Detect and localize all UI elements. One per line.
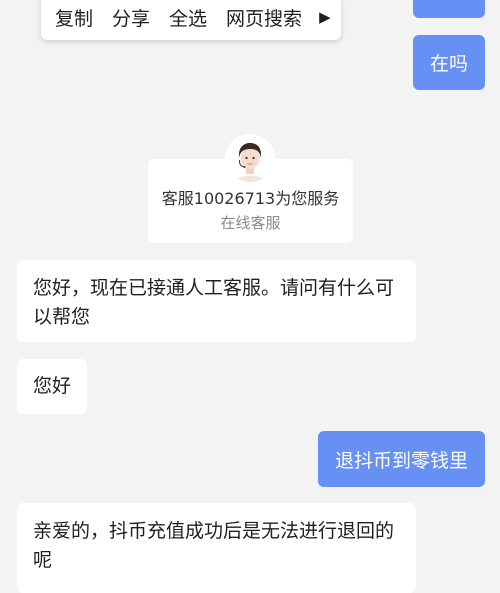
agent-message-bubble[interactable]: 您好 — [17, 359, 87, 414]
user-message-bubble[interactable]: 在吗 — [413, 35, 485, 90]
agent-message-bubble[interactable]: 您好，现在已接通人工客服。请问有什么可以帮您 — [17, 260, 416, 342]
menu-item-share[interactable]: 分享 — [112, 4, 150, 31]
menu-item-web-search[interactable]: 网页搜索 — [226, 4, 302, 31]
agent-avatar-icon — [227, 136, 273, 182]
agent-message-bubble[interactable]: 亲爱的，抖币充值成功后是无法进行退回的呢 — [17, 503, 416, 593]
user-message-bubble[interactable]: 退抖币到零钱里 — [318, 431, 485, 487]
play-arrow-icon[interactable]: ▶ — [319, 8, 331, 26]
agent-message-text: 您好 — [33, 375, 72, 397]
user-message-bubble-partial[interactable] — [413, 0, 485, 18]
agent-message-text: 亲爱的，抖币充值成功后是无法进行退回的呢 — [33, 520, 395, 571]
menu-item-select-all[interactable]: 全选 — [169, 4, 207, 31]
user-message-text: 在吗 — [429, 53, 468, 75]
agent-message-text: 您好，现在已接通人工客服。请问有什么可以帮您 — [33, 277, 395, 328]
agent-role: 在线客服 — [220, 214, 281, 232]
user-message-text: 退抖币到零钱里 — [334, 449, 468, 472]
agent-name: 客服10026713为您服务 — [161, 189, 340, 208]
menu-item-copy[interactable]: 复制 — [55, 4, 93, 31]
text-context-menu: 复制 分享 全选 网页搜索 ▶ — [41, 0, 341, 40]
agent-avatar[interactable] — [227, 136, 273, 182]
